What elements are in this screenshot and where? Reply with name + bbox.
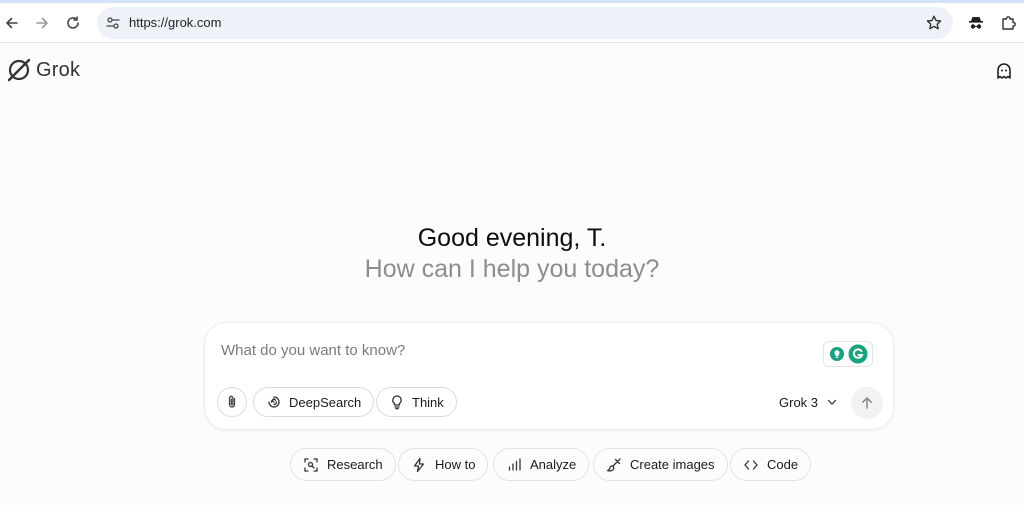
suggestion-analyze[interactable]: Analyze: [493, 448, 590, 481]
extensions-button[interactable]: [999, 13, 1019, 33]
bookmark-star-icon[interactable]: [925, 14, 943, 32]
logo-text: Grok: [36, 58, 81, 81]
prompt-composer: DeepSearch Think Grok 3: [204, 322, 894, 430]
attach-button[interactable]: [217, 387, 247, 417]
grammarly-widget[interactable]: [823, 341, 873, 367]
think-button[interactable]: Think: [376, 387, 457, 417]
think-label: Think: [412, 394, 444, 410]
model-selector[interactable]: Grok 3: [779, 387, 838, 417]
greeting-subtitle: How can I help you today?: [364, 255, 660, 283]
incognito-spy-icon: [969, 17, 983, 29]
suggestion-research[interactable]: Research: [290, 448, 396, 481]
greeting: Good evening, T. How can I help you toda…: [0, 223, 1024, 285]
extensions-puzzle-icon: [1002, 16, 1016, 30]
deepsearch-label: DeepSearch: [289, 394, 362, 410]
incognito-button[interactable]: [966, 13, 986, 33]
suggestion-label: Create images: [630, 457, 715, 472]
lightbulb-icon: [829, 347, 844, 361]
bar-chart-icon: [508, 457, 521, 471]
greeting-title: Good evening, T.: [417, 224, 607, 252]
code-brackets-icon: [744, 459, 758, 470]
back-icon: [6, 17, 18, 29]
suggestion-label: How to: [435, 457, 476, 472]
suggestion-code[interactable]: Code: [730, 448, 812, 481]
suggestion-how-to[interactable]: How to: [398, 448, 489, 481]
browser-toolbar: https://grok.com: [0, 0, 1024, 43]
lightning-icon: [413, 457, 425, 472]
suggestion-create-images[interactable]: Create images: [593, 448, 728, 481]
deepsearch-swirl-icon: [268, 396, 280, 408]
chevron-down-icon: [827, 399, 837, 405]
site-info-button[interactable]: [103, 13, 123, 33]
url-text[interactable]: https://grok.com: [129, 15, 221, 30]
lightbulb-icon: [392, 395, 402, 410]
suggestion-label: Code: [767, 457, 799, 472]
grok-logo[interactable]: Grok: [6, 57, 80, 83]
paperclip-icon: [228, 395, 236, 408]
grok-page: Grok Good evening, T. How can I help you…: [0, 43, 1024, 505]
address-bar[interactable]: https://grok.com: [97, 7, 953, 39]
forward-icon: [36, 17, 48, 29]
back-button[interactable]: [0, 11, 24, 35]
suggestion-label: Analyze: [530, 457, 577, 472]
ghost-icon[interactable]: [994, 61, 1014, 81]
prompt-input[interactable]: [221, 339, 801, 361]
reload-icon: [67, 16, 79, 29]
suggestion-label: Research: [327, 457, 383, 472]
deepsearch-button[interactable]: DeepSearch: [253, 387, 375, 417]
reload-button[interactable]: [61, 11, 85, 35]
model-label: Grok 3: [779, 394, 819, 410]
send-button[interactable]: [851, 387, 883, 419]
paintbrush-icon: [606, 457, 621, 472]
grammarly-icon: [848, 344, 867, 364]
grok-logo-icon: [7, 58, 31, 82]
forward-button[interactable]: [30, 11, 54, 35]
site-info-icon: [106, 17, 120, 29]
arrow-up-icon: [862, 397, 872, 409]
research-icon: [304, 457, 318, 472]
